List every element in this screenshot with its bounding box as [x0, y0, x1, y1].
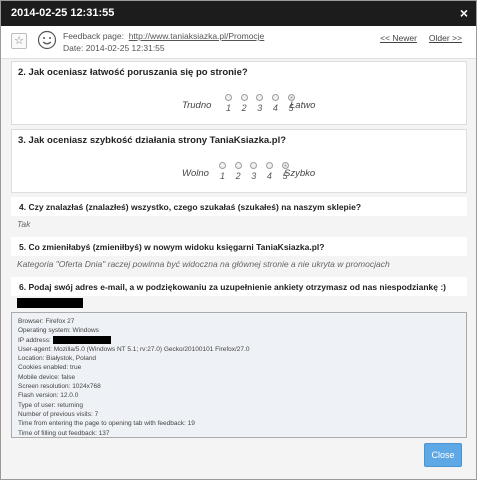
smiley-face-icon — [37, 30, 57, 50]
pagination-links: << Newer Older >> — [368, 33, 462, 43]
question-title: 3. Jak oceniasz szybkość działania stron… — [18, 135, 287, 146]
rating-option-4[interactable]: 4 — [269, 94, 282, 113]
date-value: 2014-02-25 12:31:55 — [85, 43, 165, 53]
question-6: 6. Podaj swój adres e-mail, a w podzięko… — [11, 277, 467, 308]
info-resolution: Screen resolution: 1024x768 — [18, 383, 101, 391]
question-4: 4. Czy znalazłaś (znalazłeś) wszystko, c… — [11, 197, 467, 233]
question-3: 3. Jak oceniasz szybkość działania stron… — [11, 129, 467, 193]
feedback-page-label: Feedback page: — [63, 31, 124, 41]
question-title: 4. Czy znalazłaś (znalazłeś) wszystko, c… — [11, 197, 467, 216]
rating-row: Wolno 1 2 3 4 5 Szybko — [12, 146, 466, 192]
info-user-type: Type of user: returning — [18, 401, 84, 409]
dialog-titlebar: 2014-02-25 12:31:55 × — [1, 1, 476, 26]
rating-option-2[interactable]: 2 — [238, 94, 251, 113]
info-time-tab: Time from entering the page to opening t… — [18, 420, 195, 428]
feedback-meta: Feedback page: http://www.taniaksiazka.p… — [63, 30, 264, 54]
rating-option-2[interactable]: 2 — [232, 162, 245, 181]
rating-option-4[interactable]: 4 — [263, 162, 276, 181]
info-flash: Flash version: 12.0.0 — [18, 392, 79, 400]
star-icon: ☆ — [14, 35, 24, 47]
close-button[interactable]: Close — [424, 443, 462, 467]
info-user-agent: User-agent: Mozilla/5.0 (Windows NT 5.1;… — [18, 345, 250, 353]
rating-right-label: Łatwo — [290, 100, 316, 111]
feedback-dialog: 2014-02-25 12:31:55 × ☆ Feedback page: h… — [0, 0, 477, 480]
rating-options: 1 2 3 4 5 — [222, 94, 298, 114]
info-ip: IP address: — [18, 335, 460, 345]
info-time-fill: Time of filling out feedback: 137 — [18, 429, 110, 437]
info-cookies: Cookies enabled: true — [18, 364, 82, 372]
question-title: 2. Jak oceniasz łatwość poruszania się p… — [18, 67, 248, 78]
info-mobile: Mobile device: false — [18, 373, 76, 381]
rating-row: Trudno 1 2 3 4 5 Łatwo — [12, 78, 466, 124]
rating-options: 1 2 3 4 5 — [216, 162, 292, 182]
info-browser: Browser: Firefox 27 — [18, 318, 75, 325]
older-link[interactable]: Older >> — [429, 33, 462, 43]
question-2: 2. Jak oceniasz łatwość poruszania się p… — [11, 61, 467, 125]
question-title: 6. Podaj swój adres e-mail, a w podzięko… — [11, 277, 467, 296]
redacted-email — [17, 298, 83, 308]
info-visits: Number of previous visits: 7 — [18, 410, 99, 418]
close-icon[interactable]: × — [460, 1, 468, 26]
info-os: Operating system: Windows — [18, 327, 99, 335]
star-button[interactable]: ☆ — [11, 33, 27, 49]
feedback-header: ☆ Feedback page: http://www.taniaksiazka… — [1, 26, 476, 59]
visitor-info-panel: Browser: Firefox 27 Operating system: Wi… — [11, 312, 467, 438]
rating-left-label: Trudno — [182, 100, 212, 111]
dialog-title: 2014-02-25 12:31:55 — [11, 7, 115, 19]
rating-option-1[interactable]: 1 — [216, 162, 229, 181]
question-5: 5. Co zmieniłabyś (zmieniłbyś) w nowym w… — [11, 237, 467, 273]
rating-option-1[interactable]: 1 — [222, 94, 235, 113]
feedback-page-link[interactable]: http://www.taniaksiazka.pl/Promocje — [129, 31, 265, 41]
newer-link[interactable]: << Newer — [380, 33, 417, 43]
info-location: Location: Białystok, Poland — [18, 355, 97, 363]
date-label: Date: — [63, 43, 84, 53]
question-title: 5. Co zmieniłabyś (zmieniłbyś) w nowym w… — [11, 237, 467, 256]
rating-option-3[interactable]: 3 — [247, 162, 260, 181]
questions-area: 2. Jak oceniasz łatwość poruszania się p… — [11, 61, 467, 438]
rating-left-label: Wolno — [182, 168, 209, 179]
rating-option-3[interactable]: 3 — [253, 94, 266, 113]
redacted-ip — [52, 335, 111, 344]
rating-right-label: Szybko — [284, 168, 316, 179]
question-answer: Tak — [17, 219, 31, 229]
question-answer: Kategoria "Oferta Dnia" raczej powinna b… — [17, 259, 390, 269]
